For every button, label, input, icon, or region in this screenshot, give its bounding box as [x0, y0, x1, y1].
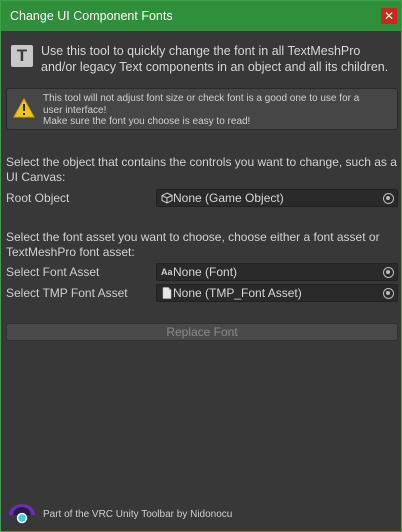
- warning-line-1: This tool will not adjust font size or c…: [43, 93, 360, 104]
- warning-line-3: Make sure the font you choose is easy to…: [43, 116, 251, 127]
- warning-line-2: user interface!: [43, 104, 107, 116]
- info-text: Use this tool to quickly change the font…: [41, 44, 389, 74]
- tmp-font-picker-icon[interactable]: [383, 288, 394, 299]
- root-object-value: None (Game Object): [173, 191, 284, 205]
- title-bar[interactable]: Change UI Component Fonts ✕: [1, 1, 401, 31]
- document-icon: [162, 287, 172, 299]
- object-picker-icon[interactable]: [383, 193, 394, 204]
- root-object-label: Root Object: [6, 191, 70, 205]
- font-icon: Aa: [161, 267, 173, 277]
- window-title: Change UI Component Fonts: [10, 9, 173, 23]
- footer-credit: Part of the VRC Unity Toolbar by Nidonoc…: [43, 509, 233, 520]
- footer: Part of the VRC Unity Toolbar by Nidonoc…: [7, 503, 397, 529]
- replace-font-button[interactable]: Replace Font: [6, 323, 398, 341]
- warning-text: This tool will not adjust font size or c…: [43, 93, 395, 128]
- info-row: T Use this tool to quickly change the fo…: [11, 43, 396, 75]
- warning-icon: [13, 98, 35, 118]
- text-icon: T: [11, 45, 33, 67]
- root-object-field[interactable]: None (Game Object): [156, 189, 398, 207]
- warning-box: This tool will not adjust font size or c…: [6, 88, 398, 130]
- tmp-font-asset-label: Select TMP Font Asset: [6, 286, 128, 300]
- tmp-font-asset-field[interactable]: None (TMP_Font Asset): [156, 284, 398, 302]
- font-asset-label: Select Font Asset: [6, 265, 100, 279]
- vrc-toolbar-logo-icon: [9, 504, 35, 524]
- tool-window: Change UI Component Fonts ✕ T Use this t…: [0, 0, 402, 532]
- font-asset-row: Select Font Asset Aa None (Font): [6, 263, 398, 281]
- tmp-font-asset-value: None (TMP_Font Asset): [173, 286, 302, 300]
- close-button[interactable]: ✕: [381, 8, 397, 24]
- font-asset-field[interactable]: Aa None (Font): [156, 263, 398, 281]
- cube-icon: [161, 192, 173, 204]
- font-asset-value: None (Font): [173, 265, 238, 279]
- font-instruction: Select the font asset you want to choose…: [6, 230, 380, 259]
- object-instruction: Select the object that contains the cont…: [6, 155, 397, 184]
- font-picker-icon[interactable]: [383, 267, 394, 278]
- root-object-row: Root Object None (Game Object): [6, 189, 398, 207]
- tmp-font-asset-row: Select TMP Font Asset None (TMP_Font Ass…: [6, 284, 398, 302]
